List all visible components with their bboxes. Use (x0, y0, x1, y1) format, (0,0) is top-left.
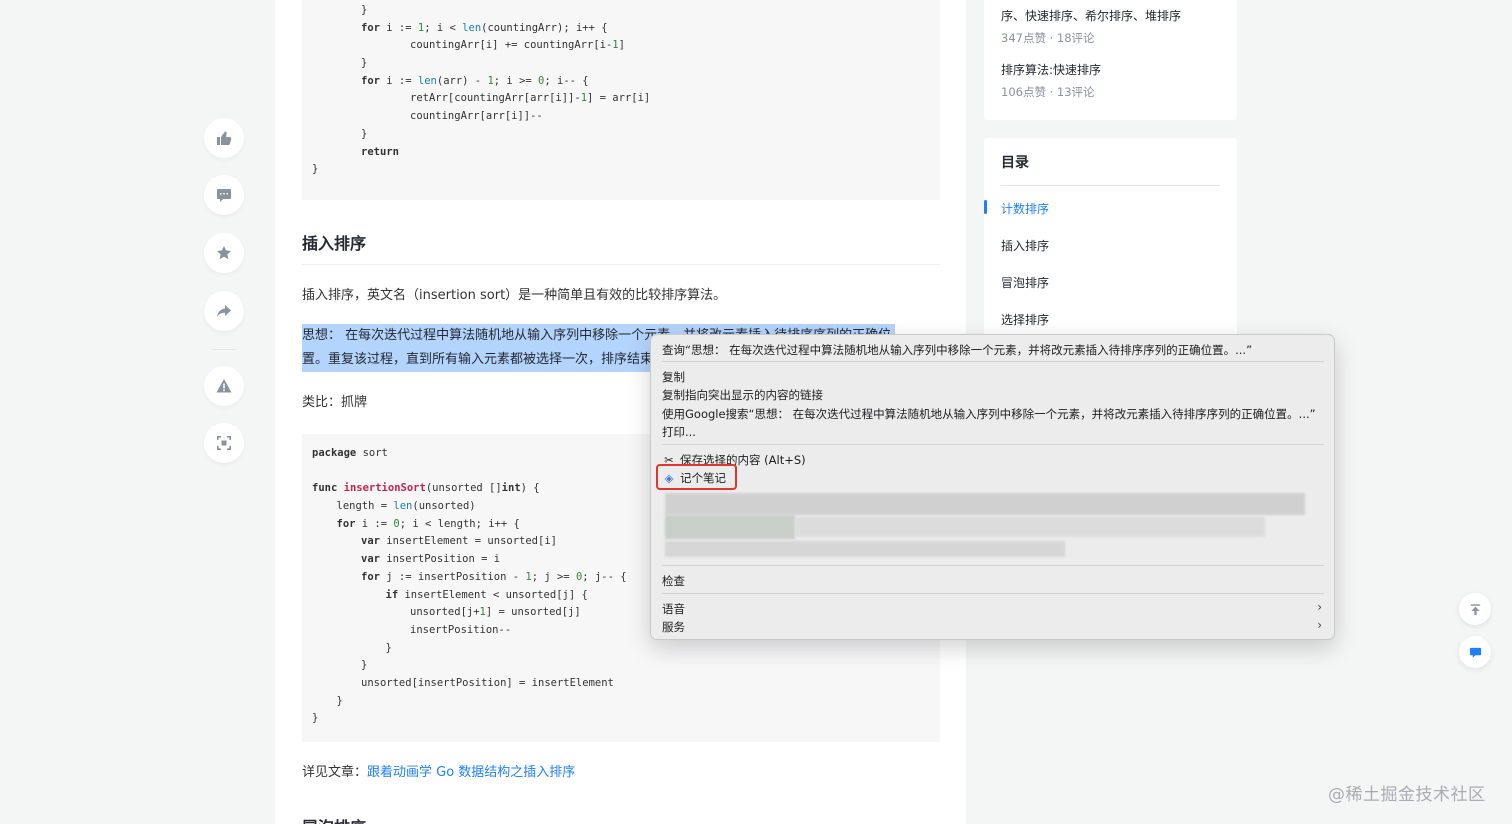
menu-separator (662, 361, 1324, 362)
menu-item-inspect[interactable]: 检查 (662, 573, 685, 589)
heading-bubble-sort: 冒泡排序 (302, 814, 366, 824)
menu-item-copy-link[interactable]: 复制指向突出显示的内容的链接 (662, 387, 823, 403)
code-line: } (361, 659, 368, 672)
code-line: } (361, 4, 368, 16)
code-line: } (312, 712, 319, 725)
fullscreen-icon (217, 436, 231, 450)
code-line: for i := len(arr) - 1; i >= 0; i-- { (361, 74, 589, 87)
code-line: retArr[countingArr[arr[i]]-1] = arr[i] (410, 92, 651, 105)
rail-divider (212, 349, 236, 350)
toc-item-insertion-sort[interactable]: 插入排序 (1001, 237, 1049, 254)
related-item-title[interactable]: 排序算法:快速排序 (1001, 62, 1101, 78)
see-more-line: 详见文章：跟着动画学 Go 数据结构之插入排序 (302, 761, 575, 785)
paragraph-intro: 插入排序，英文名（insertion sort）是一种简单且有效的比较排序算法。 (302, 288, 727, 303)
table-of-contents: 目录 计数排序 插入排序 冒泡排序 选择排序 (984, 138, 1237, 338)
heading-insertion-sort: 插入排序 (302, 234, 367, 253)
share-button[interactable] (204, 291, 244, 331)
related-item[interactable]: 序、快速排序、希尔排序、堆排序 347点赞 · 18评论 (1001, 8, 1181, 46)
toc-title: 目录 (1001, 155, 1029, 171)
star-icon (217, 246, 231, 260)
menu-separator (662, 565, 1324, 566)
code-block-counting-sort: } for i := 1; i < len(countingArr); i++ {… (302, 0, 940, 200)
paragraph-analogy: 类比：抓牌 (302, 395, 368, 410)
code-line: unsorted[insertPosition] = insertElement (361, 676, 614, 689)
like-button[interactable] (204, 118, 244, 158)
menu-separator (662, 593, 1324, 594)
menu-item-speech[interactable]: 语音 (662, 601, 685, 617)
comment-button[interactable] (204, 175, 244, 215)
code-line: } (312, 163, 319, 176)
code-line: } (361, 57, 368, 70)
comment-icon (217, 189, 231, 202)
fullscreen-button[interactable] (204, 423, 244, 463)
favorite-button[interactable] (204, 233, 244, 273)
thumbs-up-icon (217, 131, 232, 145)
see-more-prefix: 详见文章： (302, 765, 368, 780)
code-line: } (385, 641, 392, 654)
share-icon (217, 305, 231, 317)
watermark: @稀土掘金技术社区 (1328, 785, 1486, 805)
report-icon (216, 379, 232, 393)
related-item-title[interactable]: 序、快速排序、希尔排序、堆排序 (1001, 8, 1181, 24)
take-note-highlight-box (656, 464, 737, 490)
code-line: countingArr[arr[i]]-- (410, 110, 543, 123)
code-line: countingArr[i] += countingArr[i-1] (410, 39, 625, 52)
menu-item-google-search[interactable]: 使用Google搜索“思想： 在每次迭代过程中算法随机地从输入序列中移除一个元素… (662, 406, 1316, 422)
feedback-button[interactable] (1459, 636, 1491, 668)
related-item[interactable]: 排序算法:快速排序 106点赞 · 13评论 (1001, 62, 1101, 100)
back-to-top-icon (1470, 603, 1480, 615)
chevron-right-icon: › (1317, 618, 1322, 632)
toc-active-indicator (984, 200, 987, 214)
context-menu: 查询“思想： 在每次迭代过程中算法随机地从输入序列中移除一个元素，并将改元素插入… (650, 334, 1335, 640)
code-line: return (361, 145, 399, 158)
code-line: for i := 1; i < len(countingArr); i++ { (361, 21, 608, 34)
feedback-icon (1469, 647, 1481, 658)
chevron-right-icon: › (1317, 600, 1322, 614)
toc-item-bubble-sort[interactable]: 冒泡排序 (1001, 274, 1049, 291)
menu-separator (662, 444, 1324, 445)
toc-divider (1001, 185, 1220, 186)
back-to-top-button[interactable] (1459, 593, 1491, 625)
menu-item-copy[interactable]: 复制 (662, 369, 685, 385)
menu-item-services[interactable]: 服务 (662, 619, 685, 635)
report-button[interactable] (204, 366, 244, 406)
see-more-link[interactable]: 跟着动画学 Go 数据结构之插入排序 (367, 765, 575, 780)
heading-underline (302, 264, 940, 265)
toc-item-selection-sort[interactable]: 选择排序 (1001, 311, 1049, 328)
related-articles-panel: 序、快速排序、希尔排序、堆排序 347点赞 · 18评论 排序算法:快速排序 1… (984, 0, 1237, 120)
selected-text-line2[interactable]: 置。重复该过程，直到所有输入元素都被选择一次，排序结束。 (302, 348, 671, 372)
related-item-meta: 106点赞 · 13评论 (1001, 85, 1095, 99)
menu-item-print[interactable]: 打印... (662, 424, 696, 440)
related-item-meta: 347点赞 · 18评论 (1001, 31, 1095, 45)
code-line: } (336, 694, 343, 707)
toc-item-counting-sort[interactable]: 计数排序 (1001, 200, 1049, 217)
menu-item-lookup[interactable]: 查询“思想： 在每次迭代过程中算法随机地从输入序列中移除一个元素，并将改元素插入… (662, 342, 1252, 358)
code-line: } (361, 127, 368, 140)
